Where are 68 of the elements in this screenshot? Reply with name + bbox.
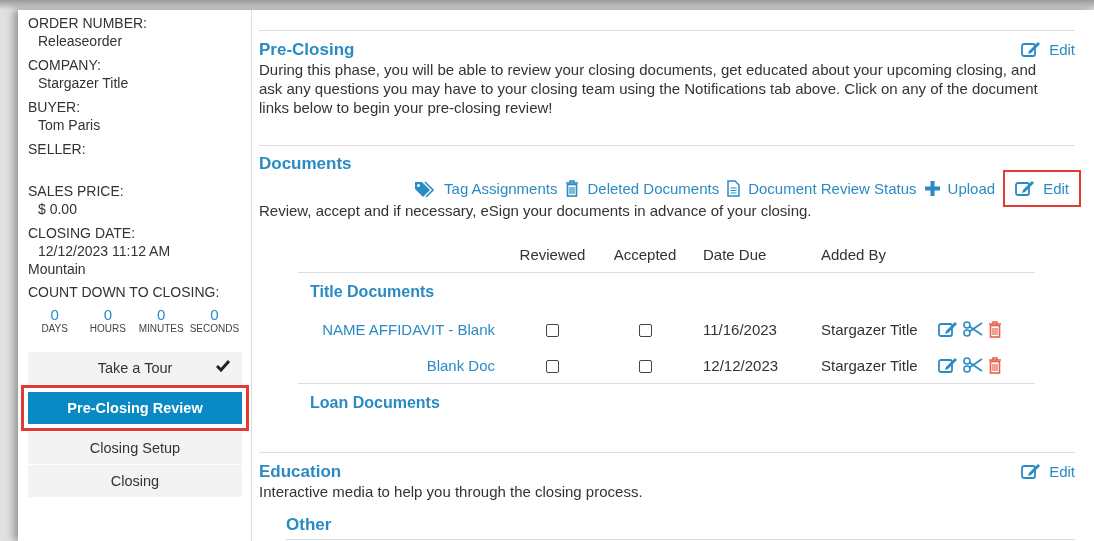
field-label: SELLER: [28, 141, 86, 157]
reviewed-checkbox[interactable] [546, 360, 559, 374]
column-header: Reviewed [518, 245, 587, 263]
accepted-checkbox[interactable] [638, 360, 652, 374]
toolbar-link[interactable]: Document Review Status [727, 176, 917, 201]
field-label: COMPANY: [28, 57, 101, 73]
field-value: Mountain [28, 260, 87, 278]
toolbar-link[interactable]: Upload [924, 176, 996, 201]
section-title: Documents [259, 154, 352, 173]
date-cell-text: 11/16/2023 [702, 320, 778, 338]
countdown-label: COUNT DOWN TO CLOSING: [28, 284, 220, 300]
document-icon [727, 180, 741, 197]
countdown-value: 0 [209, 306, 220, 323]
group-title: Other [286, 515, 332, 534]
section-description: During this phase, you will be able to review your closing documents, get educated about your upcoming closing, and ask any questions you may have to your closing team using the Notifications tab above. Click on any of the document links below to begin your pre-closing review! [259, 60, 1039, 117]
field-label: BUYER: [28, 99, 81, 115]
edit-link[interactable]: Edit [1021, 461, 1075, 482]
trash-icon [988, 356, 1002, 374]
toolbar-link[interactable]: Edit [1009, 176, 1075, 201]
trash-icon [565, 180, 580, 197]
field-value: 12/12/2023 11:12 AM [37, 242, 172, 260]
column-header: Accepted [612, 245, 678, 263]
toolbar-link[interactable]: Tag Assignments [414, 176, 558, 201]
plus-icon [924, 181, 940, 196]
reviewed-checkbox[interactable] [546, 324, 559, 338]
countdown-value: 0 [49, 306, 60, 323]
scissors-icon [963, 321, 983, 337]
field-value: $ 0.00 [37, 200, 78, 218]
added-by-cell-text: Stargazer Title [820, 320, 919, 338]
accepted-checkbox[interactable] [638, 324, 652, 338]
section-title: Education [259, 461, 342, 482]
countdown-value: 0 [155, 306, 167, 323]
nav-button[interactable]: Closing [28, 465, 242, 497]
section-description: Review, accept and if necessary, eSign your documents in advance of your closing. [259, 201, 813, 220]
edit-icon [1015, 180, 1036, 197]
nav-button[interactable]: Take a Tour [28, 352, 242, 384]
group-title: Loan Documents [309, 393, 441, 413]
added-by-cell-text: Stargazer Title [820, 356, 919, 374]
field-value: Stargazer Title [37, 74, 130, 92]
section-description: Interactive media to help you through the closing process. [259, 482, 644, 501]
edit-icon [938, 320, 958, 338]
field-label: ORDER NUMBER: [28, 15, 147, 31]
field-value: Tom Paris [37, 116, 102, 134]
field-label: CLOSING DATE: [28, 225, 136, 241]
field-label: SALES PRICE: [28, 183, 124, 199]
field-value: Releaseorder [37, 32, 124, 50]
date-cell-text: 12/12/2023 [702, 356, 780, 374]
edit-icon [938, 356, 958, 374]
group-title: Title Documents [309, 282, 436, 302]
scissors-icon [963, 357, 983, 373]
column-header: Added By [820, 245, 888, 263]
section-title: Pre-Closing [259, 39, 355, 60]
column-header: Date Due [702, 245, 768, 263]
countdown-unit: DAYS [40, 323, 69, 334]
countdown-unit: HOURS [88, 323, 127, 334]
edit-icon [1021, 41, 1042, 58]
nav-button[interactable]: Closing Setup [28, 432, 242, 464]
edit-link[interactable]: Edit [1021, 39, 1075, 60]
countdown-unit: MINUTES [137, 323, 185, 334]
countdown-value: 0 [102, 306, 114, 323]
edit-icon [1021, 463, 1042, 480]
trash-icon [988, 320, 1002, 338]
tag-icon [414, 180, 437, 197]
toolbar-link[interactable]: Deleted Documents [565, 176, 720, 201]
countdown-unit: SECONDS [188, 323, 241, 334]
nav-button[interactable]: Pre-Closing Review [21, 385, 249, 431]
document-link[interactable]: NAME AFFIDAVIT - Blank [298, 320, 505, 338]
document-link[interactable]: Blank Doc [298, 356, 505, 374]
